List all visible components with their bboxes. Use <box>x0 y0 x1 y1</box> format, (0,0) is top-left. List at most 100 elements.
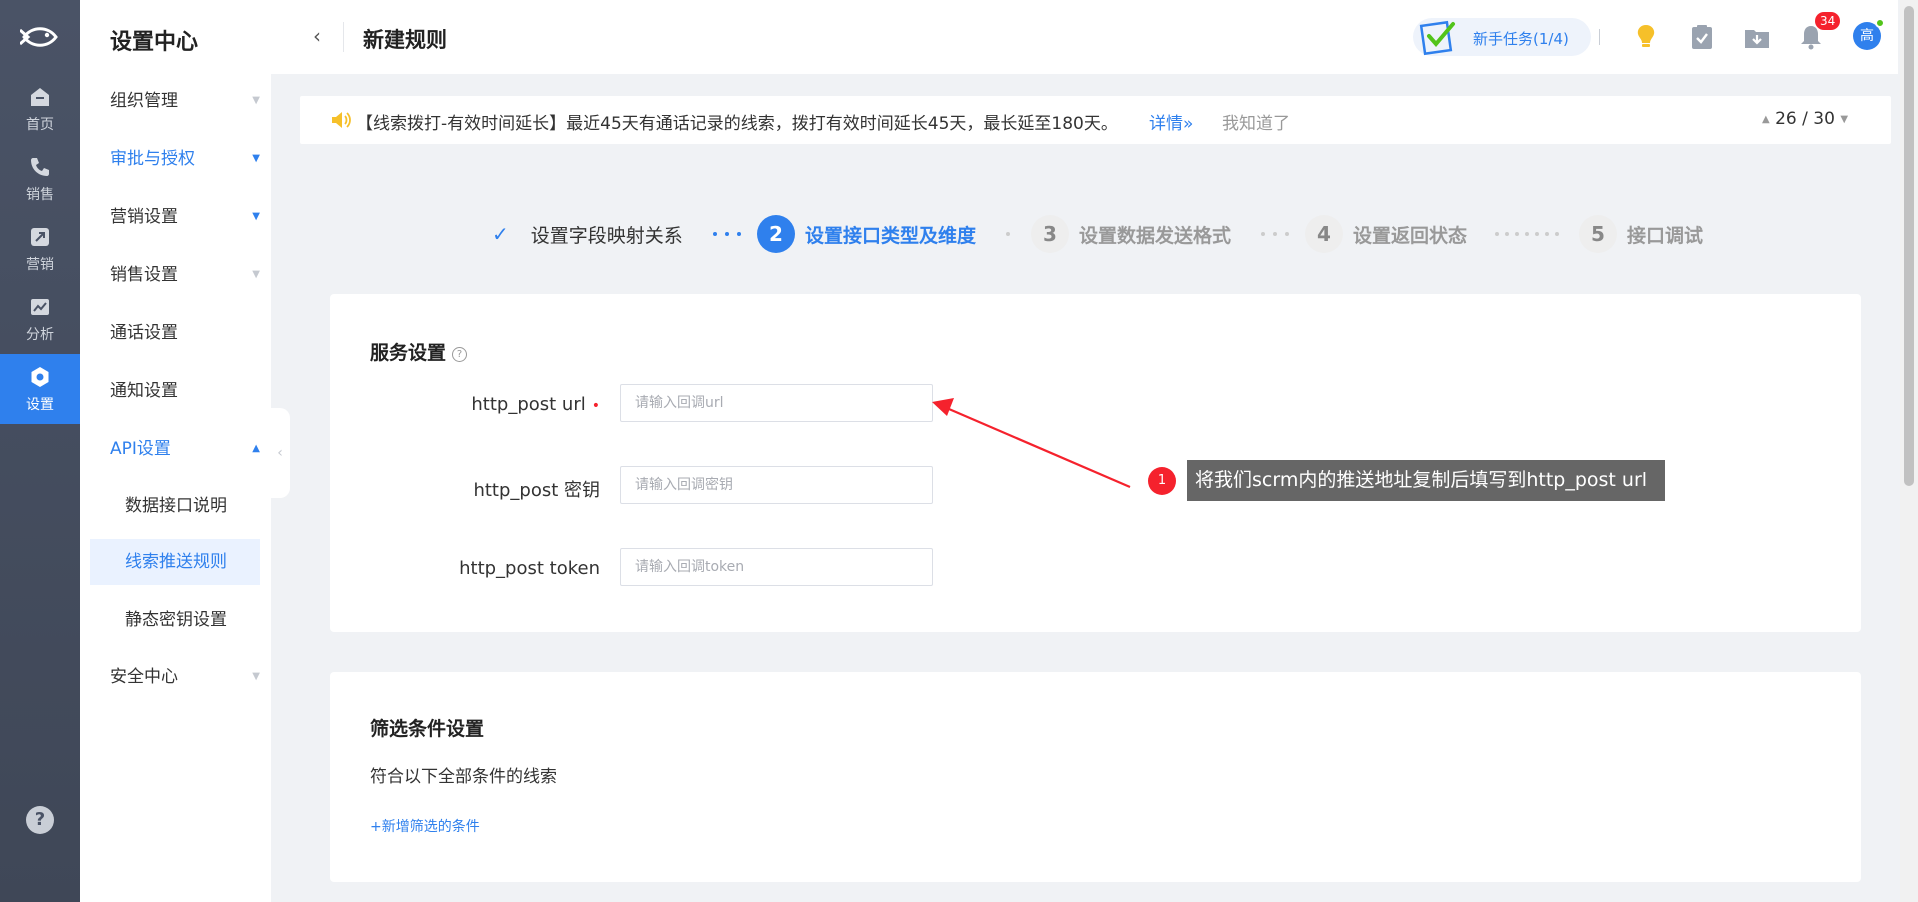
chevron-down-icon: ▼ <box>252 671 260 682</box>
http-post-token-label: http_post token <box>330 558 600 579</box>
annotation-callout: 将我们scrm内的推送地址复制后填写到http_post url <box>1187 460 1666 501</box>
menu-label: API设置 <box>110 439 171 459</box>
menu-label: 通知设置 <box>110 381 178 401</box>
menu-item-api-doc[interactable]: 数据接口说明 <box>90 483 260 529</box>
field-label-text: http_post url <box>471 394 586 415</box>
settings-icon <box>31 367 49 387</box>
page-scrollbar[interactable] <box>1900 0 1918 902</box>
menu-label: 安全中心 <box>110 667 178 687</box>
menu-label: 组织管理 <box>110 91 178 111</box>
menu-label: 静态密钥设置 <box>125 610 227 630</box>
menu-label: 审批与授权 <box>110 149 195 169</box>
notice-detail-link[interactable]: 详情» <box>1149 109 1193 134</box>
menu-label: 销售设置 <box>110 265 178 285</box>
menu-label: 数据接口说明 <box>125 496 227 516</box>
back-button[interactable]: ‹ <box>313 24 321 48</box>
field-label-text: http_post 密钥 <box>473 480 600 501</box>
download-folder-icon[interactable] <box>1742 22 1772 52</box>
page-title: 新建规则 <box>363 28 447 52</box>
rail-item-marketing[interactable]: 营销 <box>0 214 80 284</box>
http-post-url-input[interactable] <box>620 384 933 422</box>
chevron-down-icon[interactable]: ▼ <box>1840 114 1848 125</box>
chevron-up-icon[interactable]: ▲ <box>1762 114 1770 125</box>
rail-label: 营销 <box>26 257 54 273</box>
task-label: 新手任务(1/4) <box>1473 30 1569 48</box>
pager-text: 26 / 30 <box>1775 109 1835 129</box>
step-connector <box>1495 232 1559 236</box>
step-connector <box>713 232 741 236</box>
notice-text: 【线索拨打-有效时间延长】最近45天有通话记录的线索，拨打有效时间延长45天，最… <box>356 114 1118 134</box>
menu-label: 通话设置 <box>110 323 178 343</box>
step-4: 4 设置返回状态 <box>1305 214 1467 254</box>
filter-subtitle: 符合以下全部条件的线索 <box>370 767 557 787</box>
menu-item-org[interactable]: 组织管理 ▼ <box>110 81 260 121</box>
notification-badge: 34 <box>1815 12 1841 30</box>
menu-label: 营销设置 <box>110 207 178 227</box>
step-number: 5 <box>1579 215 1617 253</box>
fish-logo-icon <box>20 27 58 47</box>
rail-item-sales[interactable]: 销售 <box>0 144 80 214</box>
chevron-down-icon: ▼ <box>252 153 260 164</box>
divider <box>343 22 344 52</box>
filter-settings-title: 筛选条件设置 <box>370 718 485 740</box>
step-label: 接口调试 <box>1627 224 1704 247</box>
step-label: 设置返回状态 <box>1353 224 1468 247</box>
help-icon[interactable]: ? <box>26 806 54 834</box>
http-post-secret-input[interactable] <box>620 466 933 504</box>
chevron-down-icon: ▼ <box>252 211 260 222</box>
menu-item-security[interactable]: 安全中心 ▼ <box>110 657 260 697</box>
icon-rail: 首页 销售 营销 分析 设置 ? <box>0 0 80 902</box>
share-icon <box>31 228 49 246</box>
add-filter-condition-button[interactable]: +新增筛选的条件 <box>370 816 480 836</box>
collapse-menu-handle[interactable]: ‹ <box>270 408 290 498</box>
menu-item-approval[interactable]: 审批与授权 ▼ <box>110 139 260 179</box>
menu-item-notify[interactable]: 通知设置 <box>110 371 260 411</box>
phone-icon <box>31 158 49 176</box>
menu-item-api[interactable]: API设置 ▲ <box>110 429 260 469</box>
chart-icon <box>31 299 49 315</box>
service-settings-title: 服务设置? <box>370 338 468 365</box>
step-number: 2 <box>757 215 795 253</box>
step-connector <box>1261 232 1289 236</box>
rail-label: 设置 <box>26 397 54 413</box>
notice-pager: ▲ 26 / 30 ▼ <box>1762 109 1848 129</box>
online-status-dot <box>1875 18 1885 28</box>
lightbulb-icon[interactable] <box>1631 22 1661 52</box>
clipboard-check-icon[interactable] <box>1687 22 1717 52</box>
step-1: ✓ 设置字段映射关系 <box>492 214 683 254</box>
field-label-text: http_post token <box>459 558 600 579</box>
check-icon: ✓ <box>492 222 509 246</box>
http-post-url-label: http_post url • <box>330 394 600 415</box>
chevron-up-icon: ▲ <box>252 443 260 454</box>
menu-label: 线索推送规则 <box>125 552 227 572</box>
rail-item-settings[interactable]: 设置 <box>0 354 80 424</box>
menu-item-static-key[interactable]: 静态密钥设置 <box>90 597 260 643</box>
notice-dismiss-link[interactable]: 我知道了 <box>1222 109 1290 134</box>
scrollbar-thumb[interactable] <box>1904 6 1914 486</box>
notice-bar: 【线索拨打-有效时间延长】最近45天有通话记录的线索，拨打有效时间延长45天，最… <box>300 96 1891 144</box>
beginner-task-button[interactable]: 新手任务(1/4) <box>1413 18 1591 56</box>
chevron-down-icon: ▼ <box>252 95 260 106</box>
step-label: 设置字段映射关系 <box>530 224 683 247</box>
http-post-token-input[interactable] <box>620 548 933 586</box>
step-label: 设置接口类型及维度 <box>805 224 977 247</box>
chevron-left-icon: ‹ <box>277 445 283 461</box>
menu-item-sales[interactable]: 销售设置 ▼ <box>110 255 260 295</box>
menu-item-marketing[interactable]: 营销设置 ▼ <box>110 197 260 237</box>
rail-item-analysis[interactable]: 分析 <box>0 284 80 354</box>
menu-item-lead-push[interactable]: 线索推送规则 <box>90 539 260 585</box>
home-icon <box>31 88 49 106</box>
step-5: 5 接口调试 <box>1579 214 1703 254</box>
section-title-text: 服务设置 <box>370 342 447 364</box>
menu-item-call[interactable]: 通话设置 <box>110 313 260 353</box>
step-number: 4 <box>1305 215 1343 253</box>
step-3: 3 设置数据发送格式 <box>1031 214 1231 254</box>
rail-label: 销售 <box>26 187 54 203</box>
rail-item-home[interactable]: 首页 <box>0 74 80 144</box>
divider <box>1599 29 1600 45</box>
speaker-icon <box>332 112 351 128</box>
http-post-secret-label: http_post 密钥 <box>330 476 600 502</box>
question-icon[interactable]: ? <box>452 347 468 362</box>
required-marker: • <box>591 398 600 414</box>
step-number: 3 <box>1031 215 1069 253</box>
